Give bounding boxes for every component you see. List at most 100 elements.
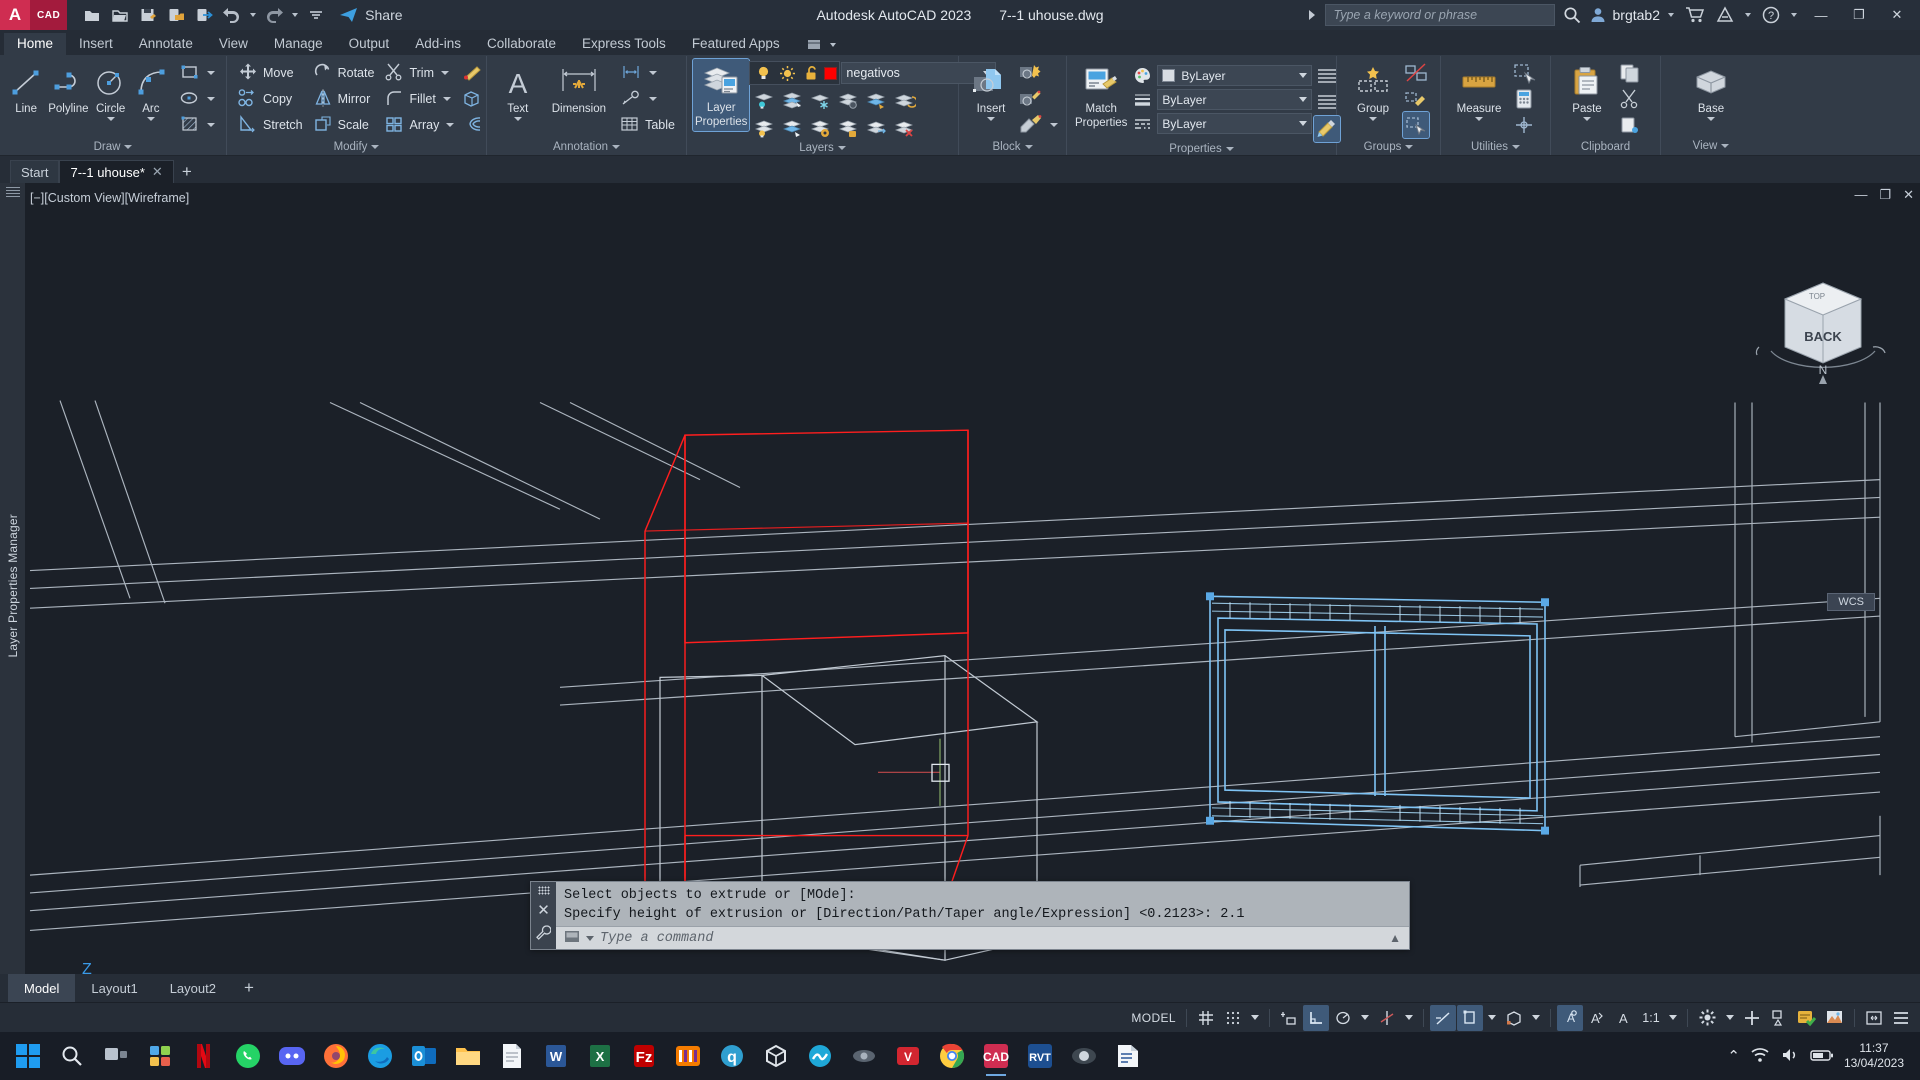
wrench-icon[interactable] <box>536 925 552 944</box>
modify-stretch-button[interactable]: Stretch <box>233 112 308 138</box>
block-panel-expand-icon[interactable] <box>1024 144 1033 149</box>
property-linetype-dropdown-icon[interactable] <box>1299 121 1308 126</box>
graphics-performance-icon[interactable] <box>1821 1005 1848 1031</box>
draw-circle-dropdown-icon[interactable] <box>106 117 115 121</box>
ortho-mode-toggle[interactable] <box>1303 1004 1329 1031</box>
close-icon[interactable]: ✕ <box>152 164 163 180</box>
base-view-button[interactable]: Base <box>1680 60 1742 124</box>
command-line-window[interactable]: ✕ Select objects to extrude or [MOde]: S… <box>530 881 1410 950</box>
property-linetype-combo[interactable]: ByLayer <box>1157 113 1313 134</box>
palette-grip[interactable] <box>5 187 20 197</box>
layer-freeze-icon[interactable] <box>807 87 833 113</box>
snap-mode-toggle[interactable] <box>1220 1005 1246 1031</box>
modify-fillet-button[interactable]: Fillet <box>379 86 459 112</box>
create-block-icon[interactable] <box>1017 60 1043 86</box>
modify-mirror-button[interactable]: Mirror <box>308 86 380 112</box>
point-style-icon[interactable] <box>1511 112 1537 138</box>
autoscale-toggle[interactable]: A <box>1584 1005 1610 1031</box>
wcs-selector[interactable]: WCS <box>1827 593 1875 611</box>
new-document-tab-button[interactable]: + <box>174 160 200 183</box>
battery-icon[interactable] <box>1810 1047 1834 1066</box>
flstudio-icon[interactable] <box>666 1034 710 1078</box>
layer-delete-icon[interactable] <box>891 115 917 141</box>
modify-explode-button[interactable] <box>459 86 485 112</box>
ribbon-tab-manage[interactable]: Manage <box>261 33 336 55</box>
view-panel-expand-icon[interactable] <box>1721 143 1730 148</box>
sun-icon[interactable] <box>776 63 798 83</box>
modify-panel-expand-icon[interactable] <box>371 144 380 149</box>
annotation-text-dropdown-icon[interactable] <box>513 117 522 121</box>
maximize-button[interactable]: ❐ <box>1842 0 1876 30</box>
ungroup-icon[interactable] <box>1403 60 1429 86</box>
speaker-icon[interactable] <box>1780 1046 1800 1067</box>
ribbon-tab-home[interactable]: Home <box>4 33 67 55</box>
ribbon-tab-overflow[interactable] <box>805 37 836 55</box>
layout-tab-model[interactable]: Model <box>8 974 76 1002</box>
copy-clip-icon[interactable] <box>1617 60 1643 86</box>
layers-panel-expand-icon[interactable] <box>837 146 846 150</box>
quick-select-icon[interactable] <box>1511 60 1537 86</box>
layer-unisolate-icon[interactable] <box>779 87 805 113</box>
sketchup-icon[interactable] <box>754 1034 798 1078</box>
property-lineweight-combo[interactable]: ByLayer <box>1157 89 1313 110</box>
twinmotion-icon[interactable] <box>1062 1034 1106 1078</box>
clock[interactable]: 11:37 13/04/2023 <box>1844 1041 1904 1071</box>
autodesk-app-icon[interactable] <box>1712 3 1738 27</box>
autodesk-dropdown-icon[interactable] <box>1742 3 1754 27</box>
groups-panel-expand-icon[interactable] <box>1405 144 1414 149</box>
annotation-leader-dropdown-icon[interactable] <box>649 97 658 101</box>
lumion-icon[interactable] <box>798 1034 842 1078</box>
annotation-linear-dim-dropdown-icon[interactable] <box>649 71 658 75</box>
annotation-text-button[interactable]: A Text <box>493 60 543 124</box>
grid-display-toggle[interactable] <box>1193 1005 1219 1031</box>
drag-handle[interactable] <box>537 886 550 895</box>
discord-icon[interactable] <box>270 1034 314 1078</box>
cart-icon[interactable] <box>1682 3 1708 27</box>
annotation-dimension-button[interactable]: Dimension <box>543 60 615 118</box>
start-button[interactable] <box>6 1034 50 1078</box>
layer-on-icon[interactable] <box>751 115 777 141</box>
paste-dropdown-icon[interactable] <box>1583 117 1591 121</box>
ribbon-tab-featured-apps[interactable]: Featured Apps <box>679 33 793 55</box>
viewport-control-visual-style[interactable]: [Wireframe] <box>125 191 190 205</box>
autocad-logo-icon[interactable]: A <box>0 0 30 30</box>
ribbon-tab-addins[interactable]: Add-ins <box>402 33 474 55</box>
property-lineweight-icon[interactable] <box>1131 89 1153 110</box>
modify-scale-button[interactable]: Scale <box>308 112 380 138</box>
annotation-scale-icon[interactable]: A <box>1611 1005 1637 1031</box>
save-icon[interactable] <box>135 3 161 27</box>
help-dropdown-icon[interactable] <box>1788 3 1800 27</box>
unlock-icon[interactable] <box>800 63 822 83</box>
netflix-icon[interactable] <box>182 1034 226 1078</box>
utilities-panel-expand-icon[interactable] <box>1512 144 1521 149</box>
command-input[interactable]: Type a command <box>600 931 1383 946</box>
object-snap-tracking-toggle[interactable] <box>1430 1004 1456 1031</box>
annotation-panel-title[interactable]: Annotation <box>487 138 686 155</box>
annotation-visibility-toggle[interactable]: A <box>1557 1004 1583 1031</box>
layer-properties-button[interactable]: Layer Properties <box>691 58 751 132</box>
annotation-scale-value[interactable]: 1:1 <box>1638 1005 1664 1031</box>
paste-button[interactable]: Paste <box>1557 60 1617 124</box>
viewport-control-brackets[interactable]: [−] <box>30 191 44 205</box>
drawing-viewport[interactable]: Layer Properties Manager [−][Custom View… <box>0 183 1920 974</box>
layer-previous-icon[interactable] <box>891 87 917 113</box>
draw-arc-dropdown-icon[interactable] <box>146 117 155 121</box>
chrome-icon[interactable] <box>930 1034 974 1078</box>
layer-isolate-icon[interactable] <box>751 87 777 113</box>
isometric-drafting-toggle[interactable] <box>1374 1005 1400 1031</box>
dynamic-ucs-dropdown-icon[interactable] <box>1528 1005 1544 1031</box>
enscape-icon[interactable] <box>842 1034 886 1078</box>
save-as-icon[interactable] <box>163 3 189 27</box>
draw-rectangle-dropdown-icon[interactable] <box>206 71 215 75</box>
layer-thaw-icon[interactable] <box>779 115 805 141</box>
redo-dropdown-icon[interactable] <box>289 3 301 27</box>
search-taskbar-icon[interactable] <box>50 1034 94 1078</box>
draw-panel-title[interactable]: Draw <box>0 138 226 155</box>
object-snap-dropdown-icon[interactable] <box>1484 1005 1500 1031</box>
group-dropdown-icon[interactable] <box>1369 117 1377 121</box>
model-space-button[interactable]: MODEL <box>1127 1005 1180 1031</box>
draw-rectangle-button[interactable] <box>175 60 220 86</box>
measure-button[interactable]: Measure <box>1447 60 1511 124</box>
viewport-restore-button[interactable]: ❐ <box>1879 187 1891 203</box>
group-edit-icon[interactable] <box>1403 86 1429 112</box>
